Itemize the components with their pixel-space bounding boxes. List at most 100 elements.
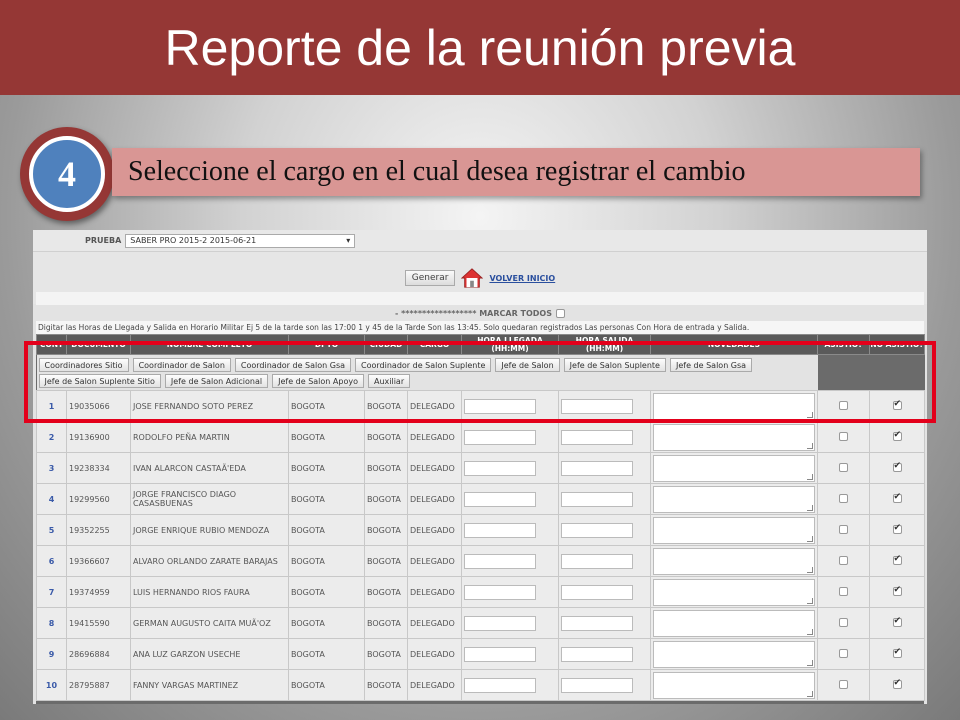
table-row: 7 19374959 LUIS HERNANDO RIOS FAURA BOGOTA B… xyxy=(36,576,925,608)
hora-llegada-input[interactable] xyxy=(464,615,536,631)
cell-dpto: BOGOTA xyxy=(288,483,365,515)
cargo-button[interactable]: Coordinador de Salon Suplente xyxy=(355,358,492,372)
table-row: 6 19366607 ALVARO ORLANDO ZARATE BARAJAS BO… xyxy=(36,545,925,577)
no-asistio-checkbox[interactable] xyxy=(892,585,902,596)
table-row: 4 19299560 JORGE FRANCISCO DIAGO CASASBUEN… xyxy=(36,483,925,515)
header-cell: DPTO xyxy=(288,334,365,355)
cell-cont: 8 xyxy=(36,607,67,639)
novedades-textarea[interactable] xyxy=(653,609,815,637)
asistio-checkbox[interactable] xyxy=(839,493,848,503)
no-asistio-checkbox[interactable] xyxy=(892,554,902,565)
prueba-select[interactable]: SABER PRO 2015-2 2015-06-21 ▾ xyxy=(125,233,356,248)
hora-llegada-input[interactable] xyxy=(464,522,536,538)
cell-dpto: BOGOTA xyxy=(288,545,365,577)
hora-llegada-input[interactable] xyxy=(464,460,536,476)
asistio-checkbox[interactable] xyxy=(839,524,848,534)
hora-llegada-input[interactable] xyxy=(464,553,536,569)
header-cell: DOCUMENTO xyxy=(66,334,131,355)
hora-salida-input[interactable] xyxy=(561,429,633,445)
cargo-button[interactable]: Jefe de Salon xyxy=(495,358,560,372)
no-asistio-checkbox[interactable] xyxy=(892,492,902,503)
cell-novedades xyxy=(650,545,818,577)
cell-cargo: DELEGADO xyxy=(407,483,462,515)
hora-salida-input[interactable] xyxy=(561,398,633,414)
novedades-textarea[interactable] xyxy=(653,547,815,575)
hora-salida-input[interactable] xyxy=(561,615,633,631)
novedades-textarea[interactable] xyxy=(653,640,815,668)
table-row: 1 19035066 JOSE FERNANDO SOTO PEREZ BOGOTA B… xyxy=(36,390,925,422)
cargo-button[interactable]: Jefe de Salon Suplente xyxy=(563,358,666,372)
hora-salida-input[interactable] xyxy=(561,522,633,538)
generar-button[interactable]: Generar xyxy=(404,270,456,286)
table-row: 3 19238334 IVAN ALARCON CASTAÃ'EDA BOGOTA BO… xyxy=(36,452,925,484)
hora-llegada-input[interactable] xyxy=(464,429,536,445)
no-asistio-checkbox[interactable] xyxy=(892,647,902,658)
cell-cargo: DELEGADO xyxy=(407,669,462,701)
cell-novedades xyxy=(650,638,818,670)
no-asistio-checkbox[interactable] xyxy=(892,616,902,627)
cargo-button[interactable]: Auxiliar xyxy=(367,374,411,388)
novedades-textarea[interactable] xyxy=(653,671,815,699)
novedades-textarea[interactable] xyxy=(653,392,815,420)
hora-salida-input[interactable] xyxy=(561,553,633,569)
cell-ciudad: BOGOTA xyxy=(364,514,408,546)
asistio-checkbox[interactable] xyxy=(839,431,848,441)
cargo-button[interactable]: Coordinadores Sitio xyxy=(38,358,129,372)
prueba-select-value: SABER PRO 2015-2 2015-06-21 xyxy=(130,236,257,245)
hora-llegada-input[interactable] xyxy=(464,491,536,507)
marcar-todos-checkbox[interactable] xyxy=(555,308,565,318)
hora-salida-input[interactable] xyxy=(561,646,633,662)
asistio-checkbox[interactable] xyxy=(839,586,848,596)
cargo-button[interactable]: Jefe de Salon Suplente Sitio xyxy=(38,374,161,388)
cell-no-asistio-checkbox xyxy=(869,452,925,484)
asistio-checkbox[interactable] xyxy=(839,648,848,658)
asistio-checkbox[interactable] xyxy=(839,462,848,472)
cargo-button[interactable]: Jefe de Salon Gsa xyxy=(669,358,753,372)
cargo-button[interactable]: Coordinador de Salon Gsa xyxy=(234,358,352,372)
cell-asistio-checkbox xyxy=(817,669,870,701)
novedades-textarea[interactable] xyxy=(653,485,815,513)
cell-no-asistio-checkbox xyxy=(869,638,925,670)
novedades-textarea[interactable] xyxy=(653,578,815,606)
asistio-checkbox[interactable] xyxy=(839,555,848,565)
hora-llegada-input[interactable] xyxy=(464,584,536,600)
cell-asistio-checkbox xyxy=(817,607,870,639)
no-asistio-checkbox[interactable] xyxy=(892,678,902,689)
table-row: 5 19352255 JORGE ENRIQUE RUBIO MENDOZA BOGO… xyxy=(36,514,925,546)
hora-salida-input[interactable] xyxy=(561,677,633,693)
novedades-textarea[interactable] xyxy=(653,423,815,451)
hora-llegada-input[interactable] xyxy=(464,398,536,414)
cargo-button[interactable]: Jefe de Salon Apoyo xyxy=(272,374,364,388)
home-icon[interactable] xyxy=(461,267,484,289)
cell-ciudad: BOGOTA xyxy=(364,638,408,670)
hora-salida-input[interactable] xyxy=(561,584,633,600)
cell-nombre: ANA LUZ GARZON USECHE xyxy=(130,638,289,670)
header-cell: CONT xyxy=(36,334,67,355)
asistio-checkbox[interactable] xyxy=(839,617,848,627)
cell-dpto: BOGOTA xyxy=(288,390,365,422)
cargo-button[interactable]: Jefe de Salon Adicional xyxy=(164,374,269,388)
no-asistio-checkbox[interactable] xyxy=(892,399,902,410)
cell-cargo: DELEGADO xyxy=(407,452,462,484)
asistio-checkbox[interactable] xyxy=(839,679,848,689)
cargo-button[interactable]: Coordinador de Salon xyxy=(132,358,231,372)
no-asistio-checkbox[interactable] xyxy=(892,461,902,472)
no-asistio-checkbox[interactable] xyxy=(892,523,902,534)
asistio-checkbox[interactable] xyxy=(839,400,848,410)
novedades-textarea[interactable] xyxy=(653,516,815,544)
cell-hora-salida-input xyxy=(558,607,651,639)
cell-hora-salida-input xyxy=(558,545,651,577)
header-cell: ASISTIO? xyxy=(817,334,870,355)
cell-no-asistio-checkbox xyxy=(869,607,925,639)
novedades-textarea[interactable] xyxy=(653,454,815,482)
hora-salida-input[interactable] xyxy=(561,491,633,507)
cell-asistio-checkbox xyxy=(817,576,870,608)
cell-novedades xyxy=(650,452,818,484)
cargo-filter-cell: Coordinadores Sitio Coordinador de Salon C… xyxy=(36,354,818,391)
hora-salida-input[interactable] xyxy=(561,460,633,476)
no-asistio-checkbox[interactable] xyxy=(892,430,902,441)
cell-documento: 19374959 xyxy=(66,576,131,608)
hora-llegada-input[interactable] xyxy=(464,677,536,693)
volver-inicio-link[interactable]: VOLVER INICIO xyxy=(489,274,555,283)
hora-llegada-input[interactable] xyxy=(464,646,536,662)
